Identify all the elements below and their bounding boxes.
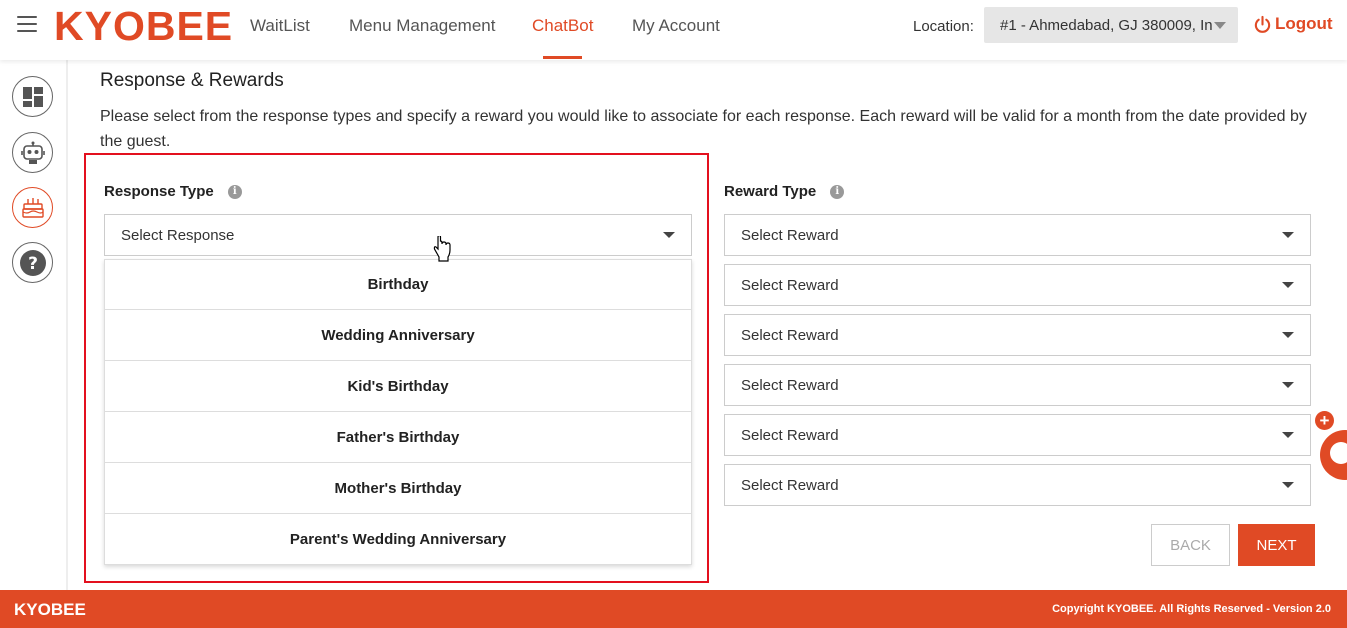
page-description: Please select from the response types an…: [100, 108, 1307, 150]
hamburger-menu-icon[interactable]: [17, 16, 37, 34]
sidebar-item-dashboard[interactable]: [12, 76, 53, 117]
reward-select-1[interactable]: Select Reward: [724, 214, 1311, 256]
power-icon: [1254, 15, 1271, 33]
nav-waitlist[interactable]: WaitList: [250, 16, 310, 36]
svg-text:?: ?: [28, 254, 38, 274]
hand-cursor-icon: [433, 236, 451, 262]
response-option-fathers-birthday[interactable]: Father's Birthday: [104, 412, 692, 463]
reward-select-value: Select Reward: [741, 377, 839, 394]
page-title: Response & Rewards: [100, 70, 284, 91]
reward-select-value: Select Reward: [741, 277, 839, 294]
reward-select-value: Select Reward: [741, 327, 839, 344]
logout-button[interactable]: Logout: [1253, 14, 1333, 34]
reward-select-4[interactable]: Select Reward: [724, 364, 1311, 406]
sidebar-item-rewards[interactable]: [12, 187, 53, 228]
chevron-down-icon: [663, 232, 675, 238]
nav-chatbot[interactable]: ChatBot: [532, 16, 593, 36]
chevron-down-icon: [1282, 232, 1294, 238]
next-button[interactable]: NEXT: [1238, 524, 1315, 566]
chevron-down-icon: [1282, 282, 1294, 288]
response-type-label-group: Response Type i: [104, 183, 242, 200]
logout-label: Logout: [1275, 14, 1333, 33]
chevron-down-icon: [1282, 382, 1294, 388]
location-value: #1 - Ahmedabad, GJ 380009, In: [1000, 17, 1213, 34]
footer: KYOBEE Copyright KYOBEE. All Rights Rese…: [0, 590, 1347, 628]
dashboard-icon: [22, 86, 43, 107]
chevron-down-icon: [1214, 22, 1226, 29]
response-option-wedding-anniversary[interactable]: Wedding Anniversary: [104, 310, 692, 361]
nav-menu-management[interactable]: Menu Management: [349, 16, 495, 36]
response-option-kids-birthday[interactable]: Kid's Birthday: [104, 361, 692, 412]
reward-select-6[interactable]: Select Reward: [724, 464, 1311, 506]
help-icon: ?: [19, 249, 46, 276]
back-button[interactable]: BACK: [1151, 524, 1230, 566]
footer-logo: KYOBEE: [14, 600, 86, 619]
reward-select-2[interactable]: Select Reward: [724, 264, 1311, 306]
location-label: Location:: [913, 18, 974, 35]
reward-select-value: Select Reward: [741, 427, 839, 444]
response-option-birthday[interactable]: Birthday: [104, 259, 692, 310]
app-logo[interactable]: KYOBEE: [54, 3, 233, 50]
reward-select-3[interactable]: Select Reward: [724, 314, 1311, 356]
robot-icon: [20, 141, 45, 164]
top-header: KYOBEE WaitList Menu Management ChatBot …: [0, 0, 1347, 60]
active-tab-indicator: [543, 56, 582, 59]
response-select-value: Select Response: [121, 227, 235, 244]
reward-select-value: Select Reward: [741, 477, 839, 494]
response-type-select[interactable]: Select Response: [104, 214, 692, 256]
nav-my-account[interactable]: My Account: [632, 16, 720, 36]
response-option-mothers-birthday[interactable]: Mother's Birthday: [104, 463, 692, 514]
response-dropdown-menu: Birthday Wedding Anniversary Kid's Birth…: [104, 259, 692, 565]
chevron-down-icon: [1282, 482, 1294, 488]
plus-icon[interactable]: +: [1315, 411, 1334, 430]
sidebar-item-help[interactable]: ?: [12, 242, 53, 283]
cake-icon: [21, 197, 44, 218]
sidebar-item-chatbot[interactable]: [12, 132, 53, 173]
footer-copyright: Copyright KYOBEE. All Rights Reserved - …: [1052, 603, 1331, 615]
location-select[interactable]: #1 - Ahmedabad, GJ 380009, In: [984, 7, 1238, 43]
info-icon[interactable]: i: [830, 184, 845, 199]
info-icon[interactable]: i: [227, 184, 242, 199]
chat-widget-icon[interactable]: [1320, 430, 1347, 480]
reward-type-label-group: Reward Type i: [724, 183, 845, 200]
reward-type-label: Reward Type: [724, 183, 817, 200]
sidebar: ?: [0, 60, 68, 590]
reward-select-5[interactable]: Select Reward: [724, 414, 1311, 456]
reward-select-value: Select Reward: [741, 227, 839, 244]
chevron-down-icon: [1282, 432, 1294, 438]
response-option-parents-wedding-anniversary[interactable]: Parent's Wedding Anniversary: [104, 514, 692, 565]
chevron-down-icon: [1282, 332, 1294, 338]
response-type-label: Response Type: [104, 183, 214, 200]
